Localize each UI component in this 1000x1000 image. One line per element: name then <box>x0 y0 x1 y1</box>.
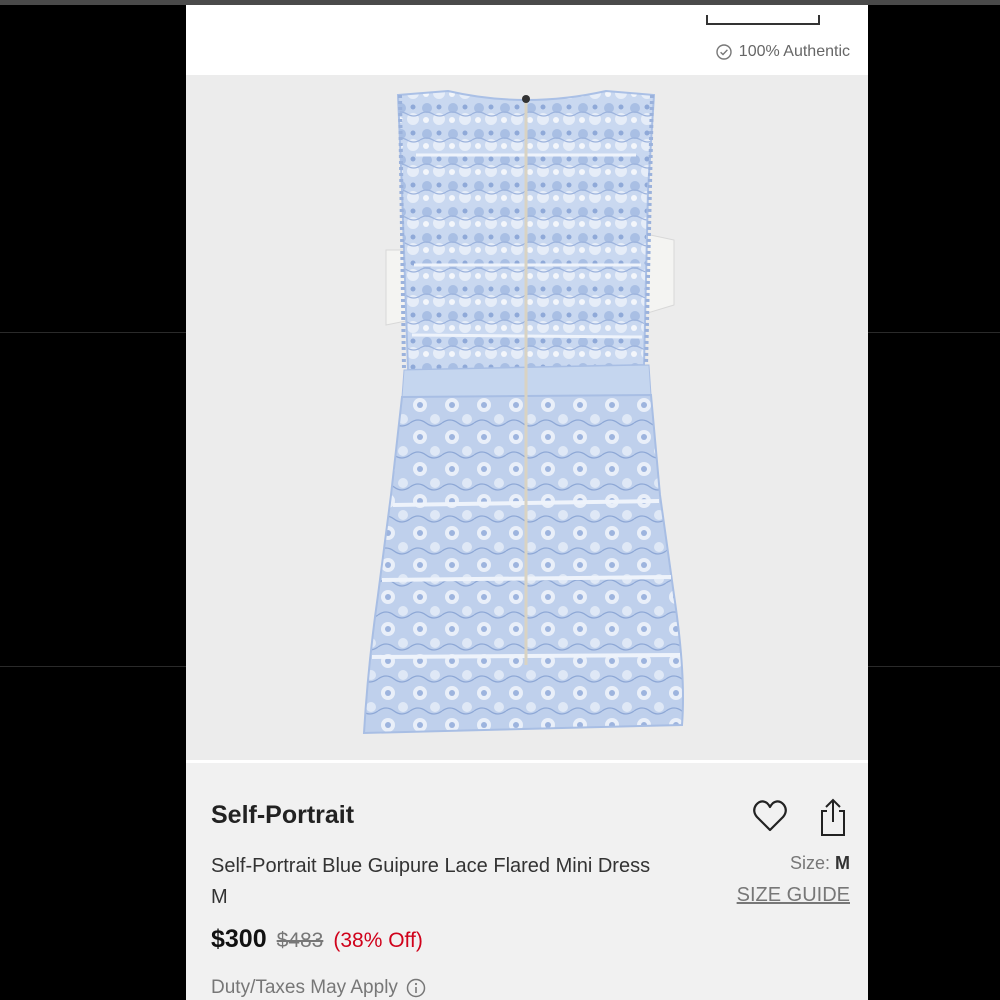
authenticity-badge: 100% Authentic <box>716 43 850 61</box>
authentic-label: 100% Authentic <box>738 43 850 60</box>
size-indicator: Size: M <box>790 853 850 874</box>
heart-icon[interactable] <box>752 799 788 833</box>
divider <box>0 666 186 667</box>
brand-name[interactable]: Self-Portrait <box>211 801 354 830</box>
info-icon[interactable] <box>406 978 426 998</box>
duty-note: Duty/Taxes May Apply <box>211 977 426 999</box>
divider <box>868 332 1000 333</box>
discount-label: (38% Off) <box>333 929 423 952</box>
price-row: $300 $483 (38% Off) <box>211 925 423 954</box>
size-label: Size: <box>789 853 830 873</box>
duty-label: Duty/Taxes May Apply <box>211 977 398 998</box>
product-image[interactable] <box>186 75 868 799</box>
check-circle-icon <box>716 44 732 60</box>
dress-image <box>362 89 684 735</box>
header: 100% Authentic <box>186 5 868 75</box>
current-price: $300 <box>211 925 267 953</box>
product-info: Self-Portrait Self-Portrait Blue Guipure… <box>186 763 868 1000</box>
divider <box>868 666 1000 667</box>
product-title: Self-Portrait Blue Guipure Lace Flared M… <box>211 855 651 908</box>
size-guide-link[interactable]: SIZE GUIDE <box>737 884 850 907</box>
tab-indicator <box>706 15 820 25</box>
divider <box>0 332 186 333</box>
product-screen: 100% Authentic Self-Portrait Self-Portra… <box>186 5 868 1000</box>
size-value: M <box>835 853 850 873</box>
share-icon[interactable] <box>816 797 850 837</box>
original-price: $483 <box>276 929 324 952</box>
